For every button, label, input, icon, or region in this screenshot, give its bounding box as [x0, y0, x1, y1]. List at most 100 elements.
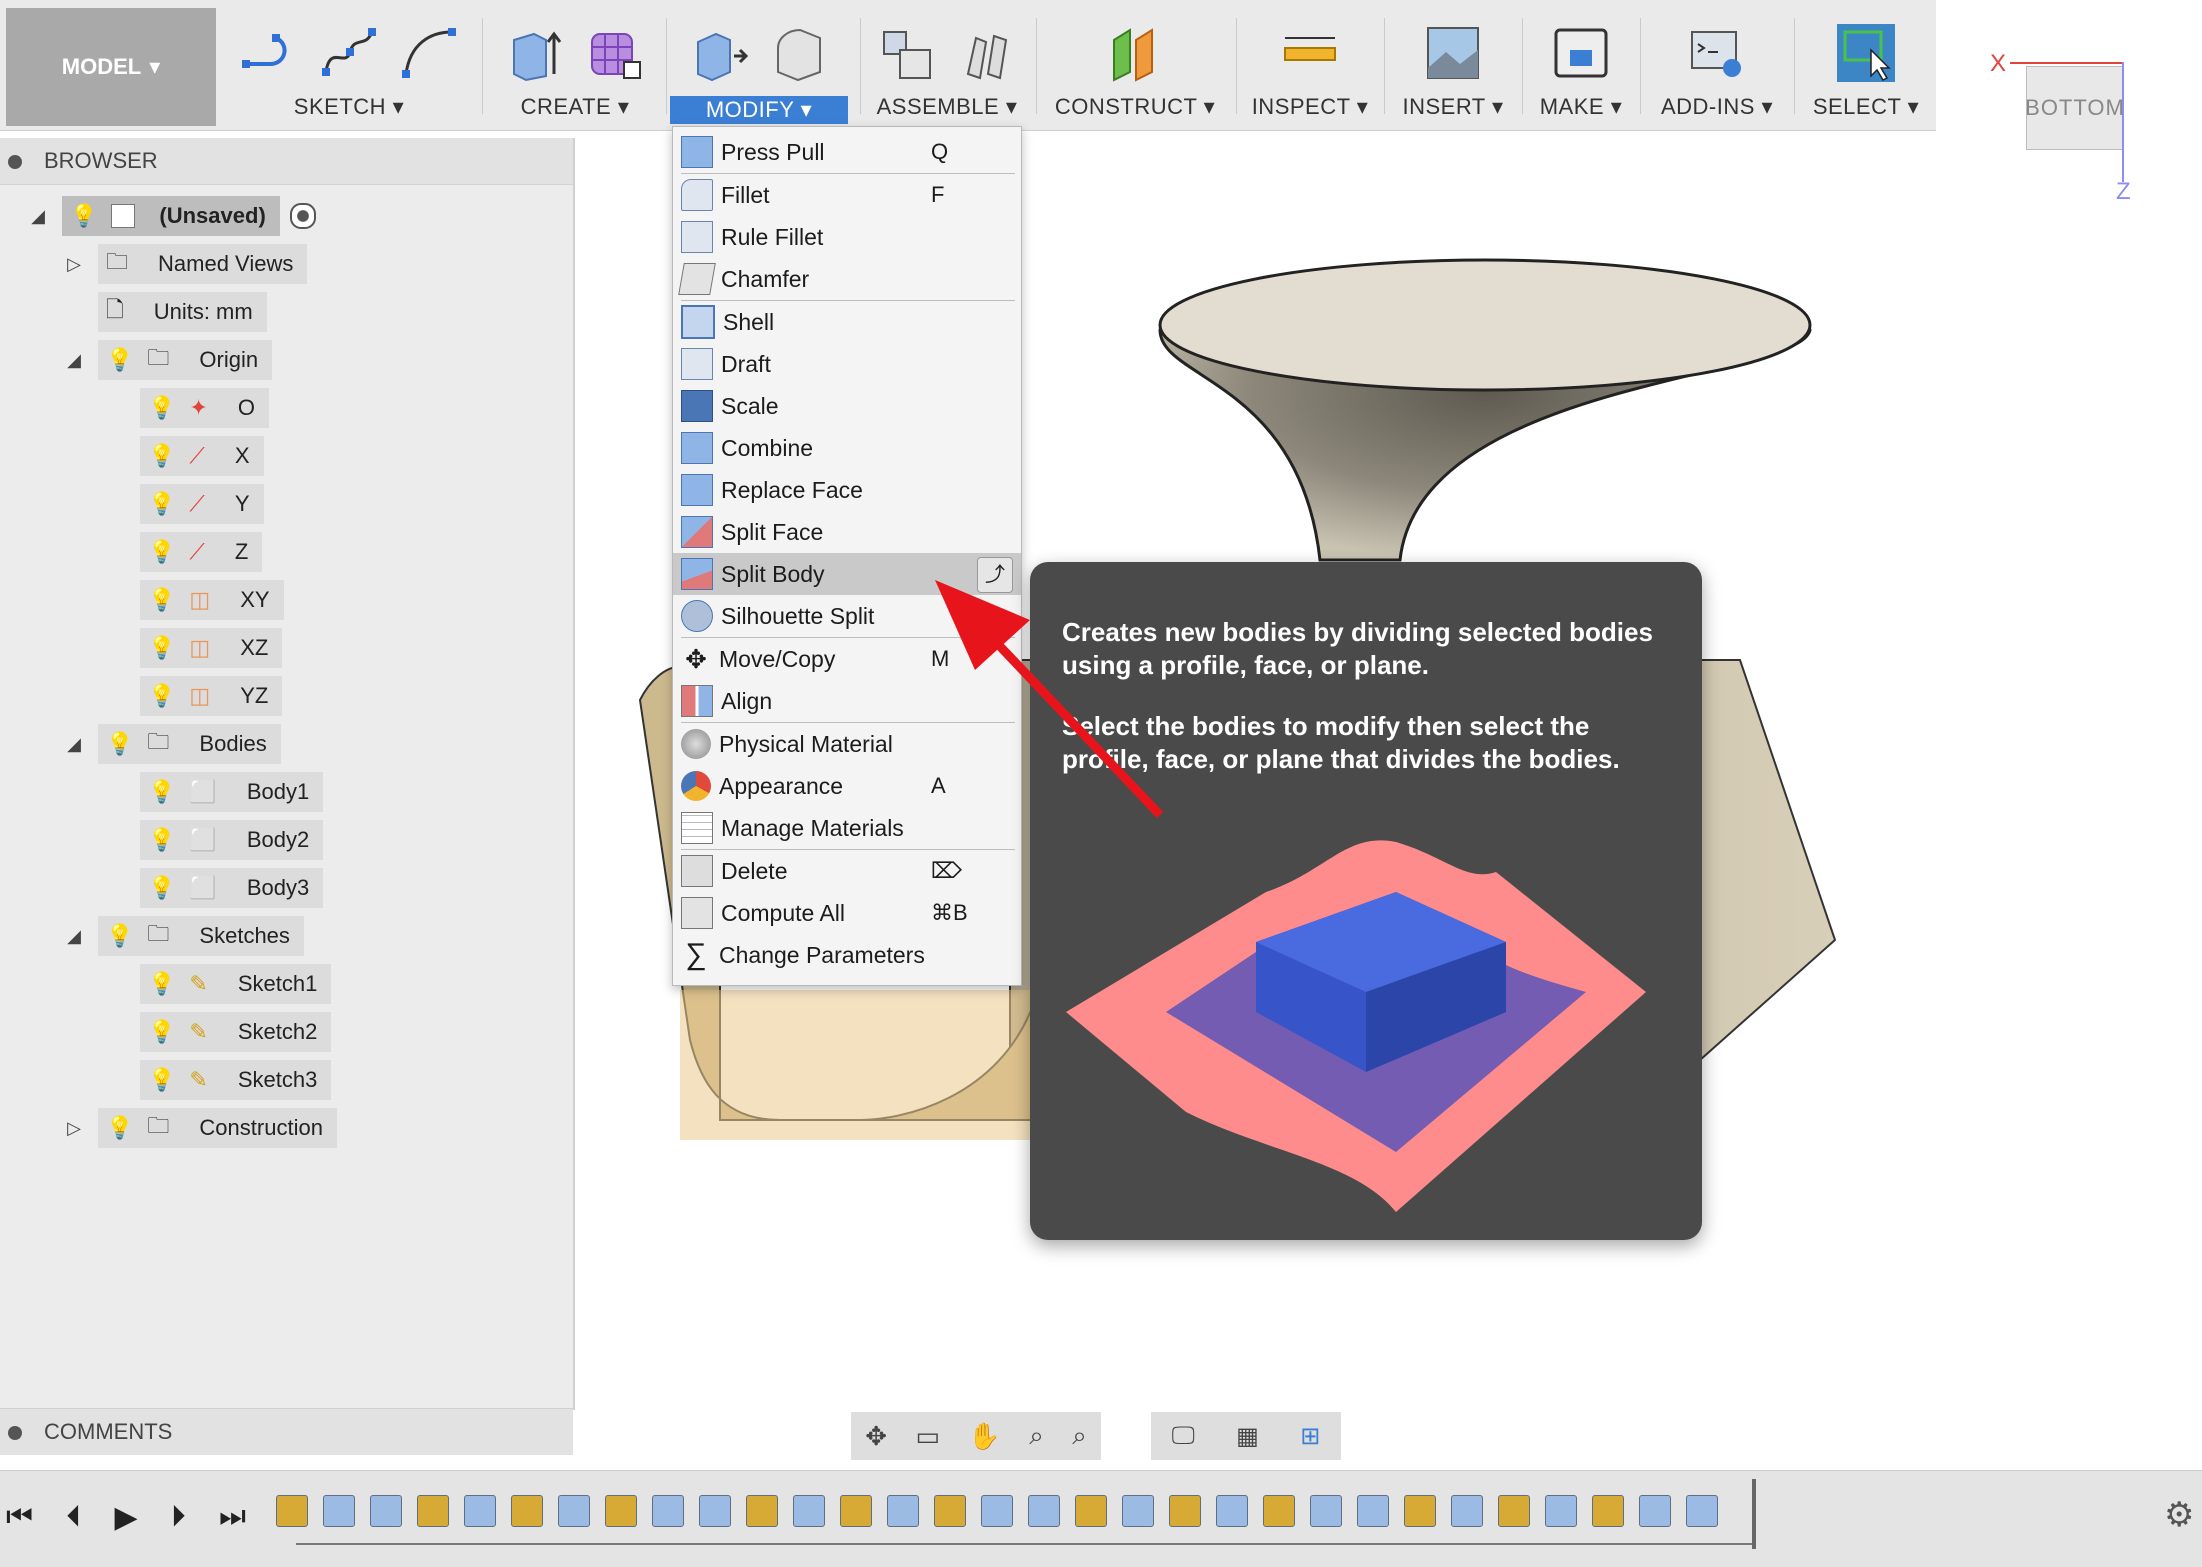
- grid-icon[interactable]: ▦: [1236, 1422, 1259, 1451]
- toolbar-group-add-ins[interactable]: ADD-INS ▾: [1644, 10, 1790, 122]
- toolbar-group-create[interactable]: CREATE ▾: [490, 10, 660, 122]
- timeline-feature-icon[interactable]: [1028, 1495, 1060, 1527]
- timeline-feature-icon[interactable]: [1310, 1495, 1342, 1527]
- browser-header[interactable]: BROWSER: [0, 138, 573, 185]
- lightbulb-icon[interactable]: 💡: [148, 683, 175, 709]
- tree-units[interactable]: 🗋 Units: mm: [98, 292, 267, 332]
- gear-icon[interactable]: ⚙: [2164, 1495, 2194, 1535]
- expand-triangle-icon[interactable]: ▷: [64, 254, 84, 275]
- toolbar-label-make[interactable]: MAKE ▾: [1526, 94, 1636, 120]
- collapse-triangle-icon[interactable]: ◢: [64, 734, 84, 755]
- tree-sketches[interactable]: ◢ 💡 🗀 Sketches: [64, 916, 304, 956]
- extrude-icon[interactable]: [506, 24, 564, 82]
- line-tool-icon[interactable]: [240, 24, 298, 82]
- viewports-icon[interactable]: ⊞: [1300, 1422, 1320, 1451]
- toolbar-group-sketch[interactable]: SKETCH ▾: [222, 10, 476, 122]
- toolbar-label-inspect[interactable]: INSPECT ▾: [1240, 94, 1380, 120]
- tree-root[interactable]: ◢ 💡 (Unsaved): [28, 196, 316, 236]
- tree-body-item[interactable]: 💡 ⬜ Body3: [140, 868, 324, 908]
- toolbar-label-add-ins[interactable]: ADD-INS ▾: [1644, 94, 1790, 120]
- toolbar-label-modify[interactable]: MODIFY ▾: [670, 96, 848, 124]
- activate-radio-icon[interactable]: [289, 203, 316, 229]
- timeline-feature-icon[interactable]: [276, 1495, 308, 1527]
- workspace-switcher[interactable]: MODEL ▾: [6, 8, 216, 126]
- timeline-feature-icon[interactable]: [1404, 1495, 1436, 1527]
- menu-item-scale[interactable]: Scale: [673, 385, 1021, 427]
- play-icon[interactable]: ▶: [114, 1500, 137, 1535]
- lightbulb-icon[interactable]: 💡: [148, 587, 175, 613]
- tree-origin-item[interactable]: 💡 ◫ YZ: [140, 676, 283, 716]
- lightbulb-icon[interactable]: 💡: [106, 1115, 133, 1141]
- timeline-feature-icon[interactable]: [1216, 1495, 1248, 1527]
- go-to-end-icon[interactable]: ⏭: [219, 1500, 246, 1534]
- timeline-feature-icon[interactable]: [1592, 1495, 1624, 1527]
- toolbar-label-assemble[interactable]: ASSEMBLE ▾: [862, 94, 1032, 120]
- toolbar-group-inspect[interactable]: INSPECT ▾: [1240, 10, 1380, 122]
- tree-sketch-item[interactable]: 💡 ✎ Sketch3: [140, 1060, 332, 1100]
- comments-panel[interactable]: COMMENTS: [0, 1408, 573, 1455]
- lightbulb-icon[interactable]: 💡: [148, 1067, 175, 1093]
- timeline-feature-icon[interactable]: [1122, 1495, 1154, 1527]
- arc-tool-icon[interactable]: [400, 24, 458, 82]
- tree-named-views[interactable]: ▷ 🗀 Named Views: [64, 244, 308, 284]
- menu-item-change-parameters[interactable]: ∑ Change Parameters: [673, 934, 1021, 976]
- timeline-feature-icon[interactable]: [981, 1495, 1013, 1527]
- menu-item-chamfer[interactable]: Chamfer: [673, 258, 1021, 300]
- press-pull-tool-icon[interactable]: [690, 24, 748, 82]
- tree-bodies[interactable]: ◢ 💡 🗀 Bodies: [64, 724, 281, 764]
- menu-item-fillet[interactable]: Fillet F: [673, 174, 1021, 216]
- timeline-feature-icon[interactable]: [887, 1495, 919, 1527]
- expand-icon[interactable]: [8, 1426, 22, 1441]
- lightbulb-icon[interactable]: 💡: [148, 1019, 175, 1045]
- display-settings-icon[interactable]: 🖵: [1172, 1422, 1195, 1450]
- toolbar-group-modify[interactable]: MODIFY ▾: [664, 10, 854, 124]
- timeline-feature-icon[interactable]: [1686, 1495, 1718, 1527]
- toolbar-label-create[interactable]: CREATE ▾: [490, 94, 660, 120]
- menu-item-delete[interactable]: Delete ⌦: [673, 850, 1021, 892]
- fillet-tool-icon[interactable]: [770, 24, 828, 82]
- tree-origin-item[interactable]: 💡 ✦ O: [140, 388, 269, 428]
- timeline-feature-icon[interactable]: [699, 1495, 731, 1527]
- timeline-feature-icon[interactable]: [558, 1495, 590, 1527]
- select-icon[interactable]: [1837, 24, 1895, 82]
- tree-sketch-item[interactable]: 💡 ✎ Sketch1: [140, 964, 332, 1004]
- menu-item-compute-all[interactable]: Compute All ⌘B: [673, 892, 1021, 934]
- lightbulb-icon[interactable]: 💡: [148, 395, 175, 421]
- 3d-print-icon[interactable]: [1552, 24, 1610, 82]
- menu-item-press-pull[interactable]: Press Pull Q: [673, 131, 1021, 173]
- timeline-feature-icon[interactable]: [1075, 1495, 1107, 1527]
- menu-item-replace-face[interactable]: Replace Face: [673, 469, 1021, 511]
- toolbar-label-insert[interactable]: INSERT ▾: [1388, 94, 1518, 120]
- tree-origin-item[interactable]: 💡 ⟋ Z: [140, 532, 263, 572]
- timeline-feature-icon[interactable]: [1639, 1495, 1671, 1527]
- lightbulb-icon[interactable]: 💡: [106, 923, 133, 949]
- lightbulb-icon[interactable]: 💡: [148, 779, 175, 805]
- step-back-icon[interactable]: ⏴: [66, 1500, 81, 1534]
- tree-sketch-item[interactable]: 💡 ✎ Sketch2: [140, 1012, 332, 1052]
- collapse-triangle-icon[interactable]: ◢: [28, 206, 48, 227]
- lightbulb-icon[interactable]: 💡: [70, 203, 97, 229]
- lightbulb-icon[interactable]: 💡: [148, 827, 175, 853]
- toolbar-group-construct[interactable]: CONSTRUCT ▾: [1040, 10, 1230, 122]
- timeline-marker[interactable]: [1752, 1479, 1756, 1549]
- view-cube[interactable]: X BOTTOM Z: [1990, 50, 2140, 210]
- timeline-feature-icon[interactable]: [793, 1495, 825, 1527]
- timeline-feature-icon[interactable]: [652, 1495, 684, 1527]
- timeline-feature-icon[interactable]: [605, 1495, 637, 1527]
- viewcube-face[interactable]: BOTTOM: [2025, 66, 2124, 150]
- lightbulb-icon[interactable]: 💡: [148, 491, 175, 517]
- orbit-icon[interactable]: ✥: [865, 1421, 887, 1452]
- timeline-feature-icon[interactable]: [511, 1495, 543, 1527]
- tree-origin-item[interactable]: 💡 ⟋ Y: [140, 484, 264, 524]
- collapse-triangle-icon[interactable]: ◢: [64, 350, 84, 371]
- lightbulb-icon[interactable]: 💡: [148, 971, 175, 997]
- fit-icon[interactable]: ⌕: [1072, 1420, 1087, 1452]
- tree-origin-item[interactable]: 💡 ◫ XY: [140, 580, 284, 620]
- toolbar-label-select[interactable]: SELECT ▾: [1798, 94, 1934, 120]
- lightbulb-icon[interactable]: 💡: [148, 443, 175, 469]
- timeline-feature-icon[interactable]: [1451, 1495, 1483, 1527]
- tree-construction[interactable]: ▷ 💡 🗀 Construction: [64, 1108, 337, 1148]
- spline-tool-icon[interactable]: [320, 24, 378, 82]
- collapse-triangle-icon[interactable]: ◢: [64, 926, 84, 947]
- toolbar-group-select[interactable]: SELECT ▾: [1798, 10, 1934, 122]
